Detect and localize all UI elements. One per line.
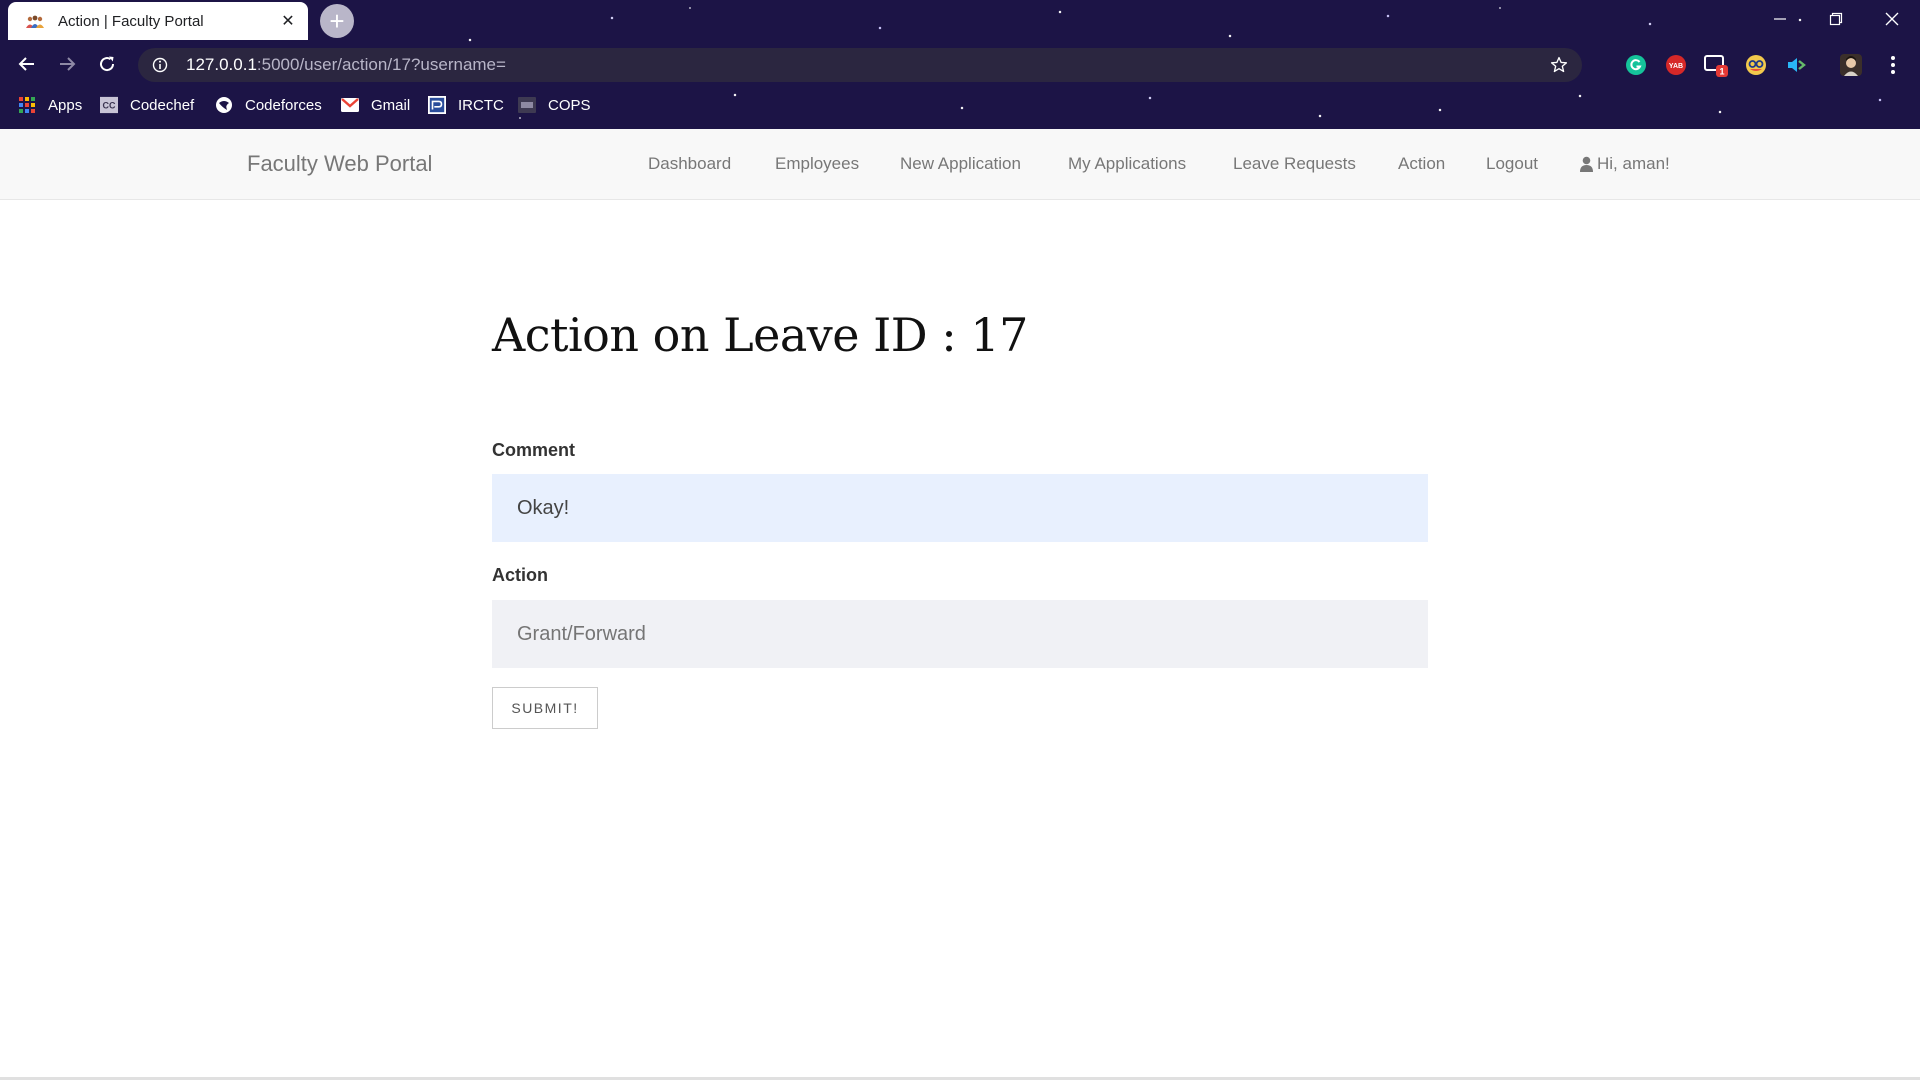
minimize-icon[interactable] (1752, 0, 1808, 38)
nav-new-application[interactable]: New Application (900, 129, 1021, 199)
bookmark-label: Codechef (130, 96, 195, 114)
irctc-icon (428, 96, 446, 114)
bookmark-codechef[interactable]: CC Codechef (100, 92, 194, 118)
user-greeting-text: Hi, aman! (1597, 154, 1670, 173)
bookmark-label: Apps (48, 96, 83, 114)
extension-badge: 1 (1719, 67, 1724, 77)
user-icon (1580, 156, 1593, 172)
nav-links: Dashboard Employees New Application My A… (0, 129, 1920, 199)
faculty-portal-favicon-icon (24, 13, 46, 29)
action-input[interactable] (492, 600, 1428, 668)
site-info-icon[interactable] (152, 57, 172, 73)
speaker-extension-icon[interactable] (1783, 52, 1809, 78)
nav-user-greeting[interactable]: Hi, aman! (1580, 129, 1670, 199)
browser-tab-active[interactable]: Action | Faculty Portal ✕ (8, 2, 308, 40)
yab-label: YAB (1669, 63, 1683, 70)
gmail-icon (341, 96, 359, 114)
reload-icon[interactable] (90, 44, 124, 84)
action-label: Action (492, 565, 548, 585)
window-controls (1752, 0, 1920, 38)
forward-arrow-icon[interactable] (50, 44, 84, 84)
svg-text:CC: CC (103, 101, 116, 111)
bookmarks-bar: Apps CC Codechef Codeforces Gmail IRCTC (0, 92, 1920, 118)
browser-chrome: Action | Faculty Portal ✕ + 127.0.0.1:50… (0, 0, 1920, 129)
nav-leave-requests[interactable]: Leave Requests (1233, 129, 1356, 199)
restore-icon[interactable] (1808, 0, 1864, 38)
codechef-icon: CC (100, 96, 118, 114)
reader-extension-icon[interactable] (1743, 52, 1769, 78)
tab-title: Action | Faculty Portal (58, 12, 204, 30)
nav-my-applications[interactable]: My Applications (1068, 129, 1186, 199)
close-window-icon[interactable] (1864, 0, 1920, 38)
codeforces-icon (215, 96, 233, 114)
grammarly-icon[interactable] (1623, 52, 1649, 78)
yab-extension-icon[interactable]: YAB (1663, 52, 1689, 78)
nav-employees[interactable]: Employees (775, 129, 859, 199)
browser-menu-icon[interactable] (1880, 52, 1906, 78)
bookmark-label: IRCTC (458, 96, 504, 114)
page-title: Action on Leave ID : 17 (492, 308, 1028, 362)
bookmark-star-icon[interactable] (1550, 56, 1568, 74)
address-bar[interactable]: 127.0.0.1:5000/user/action/17?username= (138, 48, 1582, 82)
bookmark-label: COPS (548, 96, 591, 114)
screen-extension-icon[interactable]: 1 (1703, 52, 1729, 78)
cops-icon (518, 96, 536, 114)
bookmark-cops[interactable]: COPS (518, 92, 591, 118)
submit-button[interactable]: SUBMIT! (492, 687, 598, 729)
bookmark-label: Codeforces (245, 96, 322, 114)
bookmark-label: Gmail (371, 96, 411, 114)
tab-close-icon[interactable]: ✕ (278, 11, 298, 31)
nav-action[interactable]: Action (1398, 129, 1445, 199)
profile-avatar-icon[interactable] (1838, 52, 1864, 78)
bookmark-irctc[interactable]: IRCTC (428, 92, 504, 118)
nav-dashboard[interactable]: Dashboard (648, 129, 731, 199)
site-navbar: Faculty Web Portal Dashboard Employees N… (0, 129, 1920, 200)
nav-logout[interactable]: Logout (1486, 129, 1538, 199)
comment-label: Comment (492, 440, 576, 460)
apps-grid-icon (18, 96, 36, 114)
url-host: 127.0.0.1 (186, 55, 257, 74)
comment-input[interactable] (492, 474, 1428, 542)
bookmark-codeforces[interactable]: Codeforces (215, 92, 322, 118)
url-path: :5000/user/action/17?username= (256, 55, 506, 74)
new-tab-button[interactable]: + (320, 4, 354, 38)
bookmark-gmail[interactable]: Gmail (341, 92, 410, 118)
bookmark-apps[interactable]: Apps (18, 92, 82, 118)
back-arrow-icon[interactable] (10, 44, 44, 84)
